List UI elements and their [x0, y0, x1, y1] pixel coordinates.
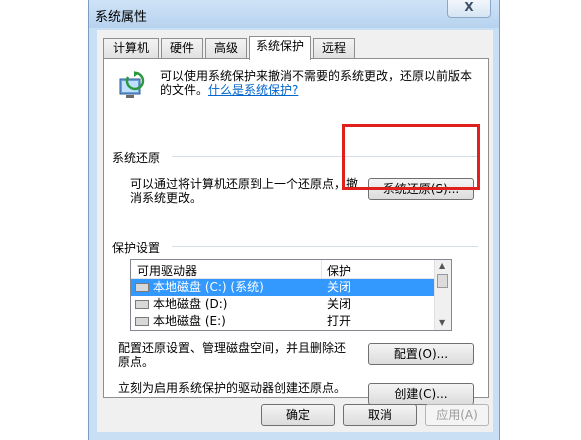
drive-list-header: 可用驱动器 保护 [131, 260, 437, 279]
scrollbar-thumb[interactable] [437, 274, 448, 288]
ok-button[interactable]: 确定 [261, 404, 335, 426]
group-divider [172, 246, 478, 247]
drive-protection-status: 打开 [327, 314, 352, 328]
column-protection[interactable]: 保护 [327, 262, 351, 279]
drive-row[interactable]: 本地磁盘 (E:) 打开 [131, 313, 437, 330]
protection-settings-group-title: 保护设置 [112, 241, 161, 255]
configure-button[interactable]: 配置(O)... [368, 343, 474, 365]
drive-protection-status: 关闭 [327, 280, 352, 294]
tab-remote[interactable]: 远程 [313, 38, 355, 58]
column-separator [321, 260, 322, 278]
tab-system-protection[interactable]: 系统保护 [249, 36, 311, 60]
title-bar[interactable]: 系统属性 X [89, 0, 499, 28]
cancel-button[interactable]: 取消 [343, 404, 417, 426]
intro-description: 可以使用系统保护来撤消不需要的系统更改，还原以前版本的文件。 [160, 69, 473, 97]
drive-list[interactable]: 可用驱动器 保护 本地磁盘 (C:) (系统) 关闭 本地磁盘 (D:) 关闭 … [130, 259, 452, 331]
system-restore-group-title: 系统还原 [112, 151, 161, 165]
drive-name: 本地磁盘 (C:) (系统) [153, 280, 264, 294]
scroll-down-arrow-icon[interactable]: ▼ [439, 318, 445, 327]
hard-disk-icon [135, 317, 149, 326]
column-available-drives[interactable]: 可用驱动器 [137, 262, 197, 279]
tab-computer-name[interactable]: 计算机名 [103, 38, 159, 73]
create-description: 立刻为启用系统保护的驱动器创建还原点。 [118, 381, 347, 395]
what-is-system-protection-link[interactable]: 什么是系统保护? [208, 83, 298, 97]
scroll-up-arrow-icon[interactable]: ▲ [439, 261, 445, 270]
drive-row[interactable]: 本地磁盘 (D:) 关闭 [131, 296, 437, 313]
close-button[interactable]: X [447, 0, 491, 18]
drive-protection-status: 关闭 [327, 297, 352, 311]
dialog-client: 计算机名 硬件 高级 系统保护 远程 可以使用系统保护来撤消不需要的系统更改，还… [97, 30, 493, 432]
window-title: 系统属性 [95, 10, 148, 25]
hard-disk-icon [135, 283, 149, 292]
system-properties-window: 系统属性 X 计算机名 硬件 高级 系统保护 远程 可以使用系统保护来撤消不需要… [88, 0, 500, 440]
configure-description: 配置还原设置、管理磁盘空间，并且删除还原点。 [118, 341, 347, 369]
drive-row[interactable]: 本地磁盘 (C:) (系统) 关闭 [131, 279, 437, 296]
hard-disk-icon [135, 300, 149, 309]
tab-hardware[interactable]: 硬件 [161, 38, 203, 58]
apply-button[interactable]: 应用(A) [425, 404, 489, 426]
tab-advanced[interactable]: 高级 [205, 38, 247, 58]
system-restore-description: 可以通过将计算机还原到上一个还原点，撤消系统更改。 [130, 177, 359, 205]
drive-name: 本地磁盘 (E:) [153, 314, 226, 328]
system-protection-icon [119, 71, 145, 98]
highlight-annotation-box [342, 124, 480, 190]
intro-text: 可以使用系统保护来撤消不需要的系统更改，还原以前版本的文件。什么是系统保护? [160, 69, 480, 97]
create-button[interactable]: 创建(C)... [368, 383, 474, 405]
drive-list-scrollbar[interactable]: ▲ ▼ [434, 260, 451, 330]
system-protection-panel: 可以使用系统保护来撤消不需要的系统更改，还原以前版本的文件。什么是系统保护? 系… [103, 58, 489, 405]
drive-name: 本地磁盘 (D:) [153, 297, 228, 311]
